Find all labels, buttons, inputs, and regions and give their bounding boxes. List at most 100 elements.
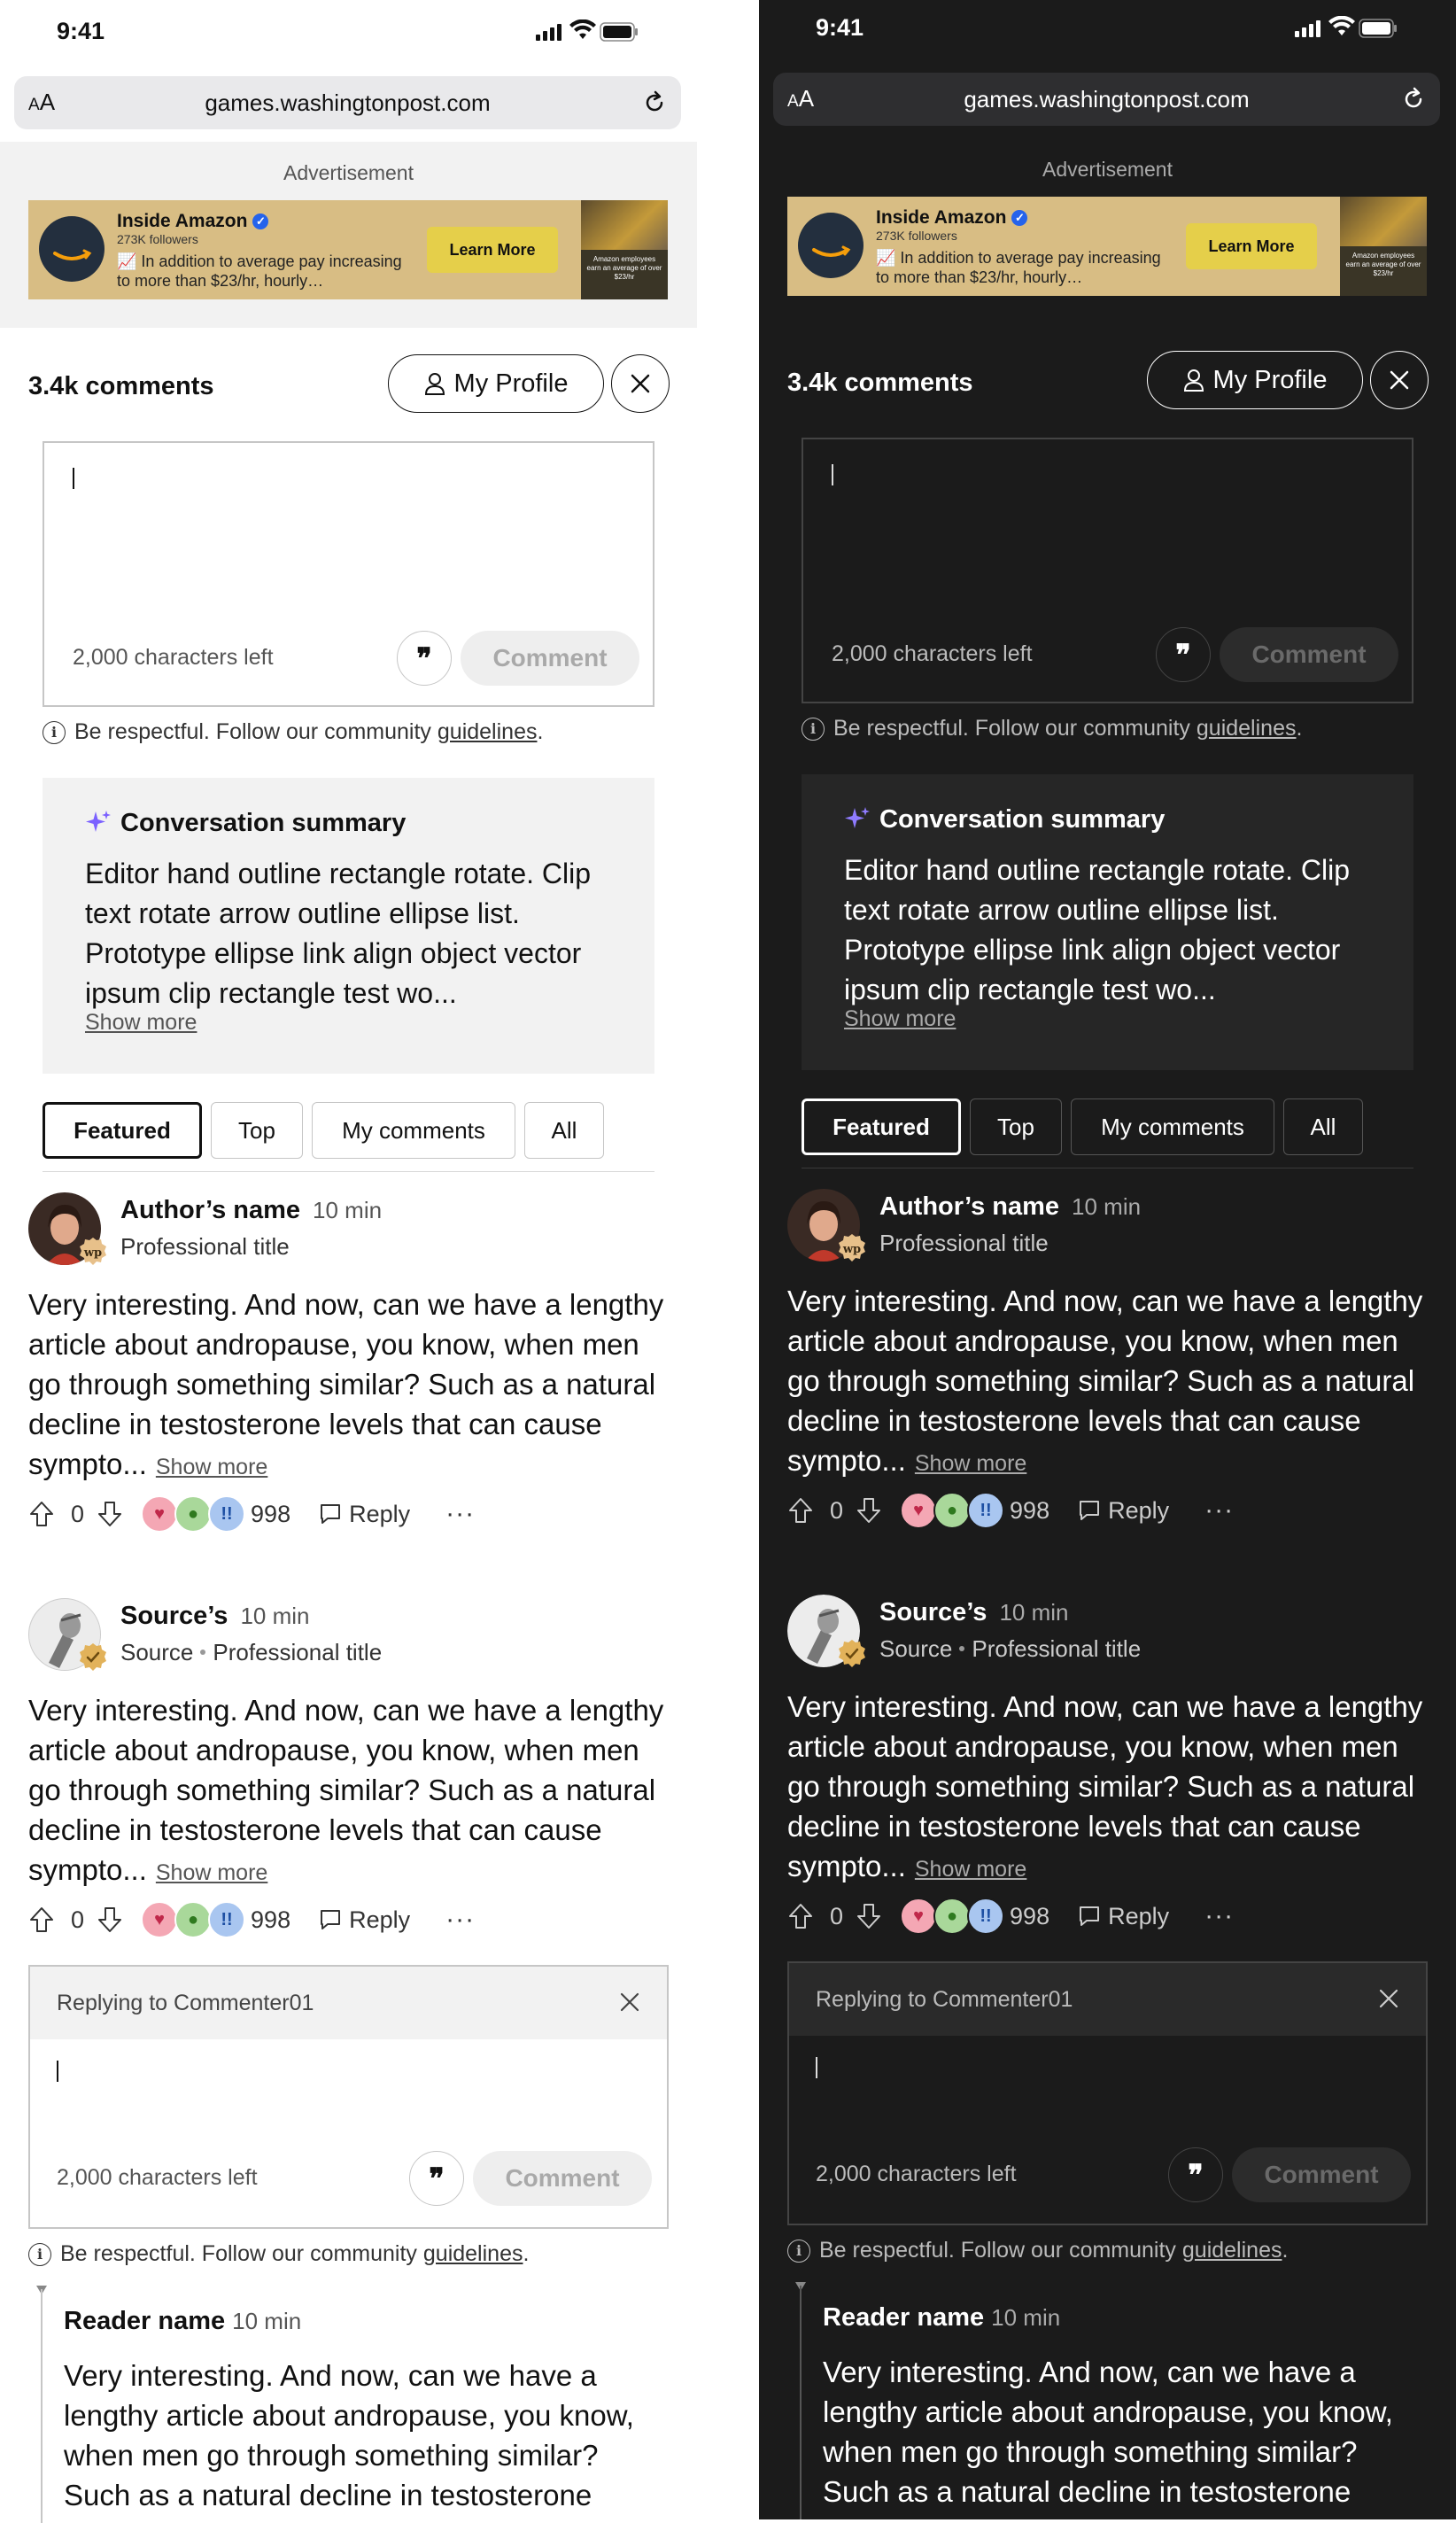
ad-text: 📈 In addition to average pay increasing … xyxy=(117,252,402,290)
vote-count: 0 xyxy=(830,1496,844,1524)
upvote-icon[interactable] xyxy=(787,1496,814,1525)
close-comments-button[interactable] xyxy=(611,354,670,413)
upvote-icon[interactable] xyxy=(787,1902,814,1930)
comment-show-more-link[interactable]: Show more xyxy=(915,1451,1026,1476)
ad-image: Amazon employees earn an average of over… xyxy=(581,200,668,299)
comment-submit-button[interactable]: Comment xyxy=(473,2151,652,2206)
text-size-button[interactable]: AA xyxy=(28,89,55,116)
comment-show-more-link[interactable]: Show more xyxy=(156,1860,267,1885)
more-options-icon[interactable]: ··· xyxy=(445,1499,475,1529)
reply-button[interactable]: Reply xyxy=(1078,1497,1169,1525)
comment-submit-button[interactable]: Comment xyxy=(1232,2147,1411,2202)
downvote-icon[interactable] xyxy=(856,1902,882,1930)
close-icon[interactable] xyxy=(1378,1988,1399,2009)
downvote-icon[interactable] xyxy=(97,1906,123,1934)
reply-composer[interactable]: Replying to Commenter01 2,000 characters… xyxy=(28,1965,669,2229)
wifi-icon xyxy=(569,19,596,39)
address-bar[interactable]: AA games.washingtonpost.com xyxy=(14,76,681,129)
more-options-icon[interactable]: ··· xyxy=(1204,1495,1234,1525)
tab-top[interactable]: Top xyxy=(211,1102,303,1159)
reply-time: 10 min xyxy=(991,2304,1061,2331)
reply-button[interactable]: Reply xyxy=(1078,1903,1169,1930)
ad-learn-more-button[interactable]: Learn More xyxy=(1186,223,1317,269)
tab-my-comments[interactable]: My comments xyxy=(312,1102,515,1159)
nested-reply: Reader name 10 min Very interesting. And … xyxy=(823,2303,1425,2511)
more-options-icon[interactable]: ··· xyxy=(1204,1901,1234,1931)
close-comments-button[interactable] xyxy=(1370,351,1429,409)
characters-left: 2,000 characters left xyxy=(832,641,1033,666)
reactions[interactable]: ♥ ● !! 998 xyxy=(141,1901,290,1938)
ad-learn-more-button[interactable]: Learn More xyxy=(427,227,558,273)
tab-my-comments[interactable]: My comments xyxy=(1071,1098,1274,1155)
battery-icon xyxy=(600,22,638,42)
reactions[interactable]: ♥ ● !! 998 xyxy=(900,1898,1049,1935)
thread-line xyxy=(41,2289,43,2523)
guidelines-link[interactable]: guidelines xyxy=(438,719,538,744)
reaction-count: 998 xyxy=(1010,1496,1050,1524)
guidelines-link[interactable]: guidelines xyxy=(423,2241,523,2266)
reply-composer[interactable]: Replying to Commenter01 2,000 characters… xyxy=(787,1961,1428,2225)
comment-submit-button[interactable]: Comment xyxy=(461,631,639,686)
verified-source-badge-icon xyxy=(839,1640,865,1667)
tab-all[interactable]: All xyxy=(524,1102,604,1159)
comment-time: 10 min xyxy=(1072,1193,1142,1220)
info-icon: i xyxy=(28,2242,51,2266)
comment-body: Very interesting. And now, can we have a… xyxy=(28,1288,664,1480)
comment-author[interactable]: Author’s name 10 min xyxy=(879,1192,1141,1222)
downvote-icon[interactable] xyxy=(97,1500,123,1528)
amazon-logo-icon xyxy=(39,216,105,282)
comment-show-more-link[interactable]: Show more xyxy=(156,1455,267,1479)
quote-button[interactable]: ❞ xyxy=(1156,627,1211,682)
guidelines-link[interactable]: guidelines xyxy=(1197,716,1297,741)
reactions[interactable]: ♥ ● !! 998 xyxy=(141,1495,290,1533)
reply-author[interactable]: Reader name 10 min xyxy=(823,2303,1425,2333)
text-caret xyxy=(57,2061,58,2082)
comment-composer[interactable]: 2,000 characters left ❞ Comment xyxy=(802,438,1413,703)
upvote-icon[interactable] xyxy=(28,1500,55,1528)
reload-icon[interactable] xyxy=(1399,85,1428,113)
ad-banner[interactable]: Inside Amazon ✓ 273K followers 📈 In addit… xyxy=(28,200,668,299)
comment-show-more-link[interactable]: Show more xyxy=(915,1857,1026,1882)
reload-icon[interactable] xyxy=(640,89,669,117)
tab-top[interactable]: Top xyxy=(970,1098,1062,1155)
verified-icon: ✓ xyxy=(1011,210,1028,226)
comment-author[interactable]: Source’s 10 min xyxy=(120,1602,309,1631)
quote-button[interactable]: ❞ xyxy=(1168,2147,1223,2202)
summary-show-more-link[interactable]: Show more xyxy=(844,1006,956,1032)
ad-banner[interactable]: Inside Amazon ✓ 273K followers 📈 In addit… xyxy=(787,197,1427,296)
address-bar[interactable]: AA games.washingtonpost.com xyxy=(773,73,1440,126)
cellular-signal-icon xyxy=(536,24,561,41)
close-icon[interactable] xyxy=(619,1991,640,2013)
avatar[interactable] xyxy=(28,1598,106,1671)
tab-featured[interactable]: Featured xyxy=(43,1102,202,1159)
upvote-icon[interactable] xyxy=(28,1906,55,1934)
text-size-button[interactable]: AA xyxy=(787,85,814,113)
comment-author[interactable]: Source’s 10 min xyxy=(879,1598,1068,1627)
reply-author[interactable]: Reader name 10 min xyxy=(64,2307,666,2336)
ad-followers: 273K followers xyxy=(117,232,198,246)
guidelines-link[interactable]: guidelines xyxy=(1182,2238,1282,2263)
dark-mode-screen: 9:41 AA games.washingtonpost.com Adverti… xyxy=(759,0,1456,2519)
comment-submit-button[interactable]: Comment xyxy=(1220,627,1398,682)
summary-show-more-link[interactable]: Show more xyxy=(85,1010,197,1036)
comment-composer[interactable]: 2,000 characters left ❞ Comment xyxy=(43,441,654,707)
user-icon xyxy=(1183,369,1204,392)
more-options-icon[interactable]: ··· xyxy=(445,1905,475,1935)
my-profile-button[interactable]: My Profile xyxy=(388,354,604,413)
avatar[interactable]: wp xyxy=(28,1192,106,1265)
reactions[interactable]: ♥ ● !! 998 xyxy=(900,1492,1049,1529)
comment-actions: 0 ♥ ● !! 998 Reply ··· xyxy=(787,1488,1428,1533)
user-icon xyxy=(424,373,445,395)
quote-button[interactable]: ❞ xyxy=(397,631,452,686)
reply-button[interactable]: Reply xyxy=(319,1501,410,1528)
tab-all[interactable]: All xyxy=(1283,1098,1363,1155)
my-profile-button[interactable]: My Profile xyxy=(1147,351,1363,409)
reply-button[interactable]: Reply xyxy=(319,1906,410,1934)
summary-title: Conversation summary xyxy=(879,804,1166,834)
avatar[interactable]: wp xyxy=(787,1189,865,1262)
comment-author[interactable]: Author’s name 10 min xyxy=(120,1196,382,1225)
avatar[interactable] xyxy=(787,1595,865,1667)
quote-button[interactable]: ❞ xyxy=(409,2151,464,2206)
downvote-icon[interactable] xyxy=(856,1496,882,1525)
tab-featured[interactable]: Featured xyxy=(802,1098,961,1155)
